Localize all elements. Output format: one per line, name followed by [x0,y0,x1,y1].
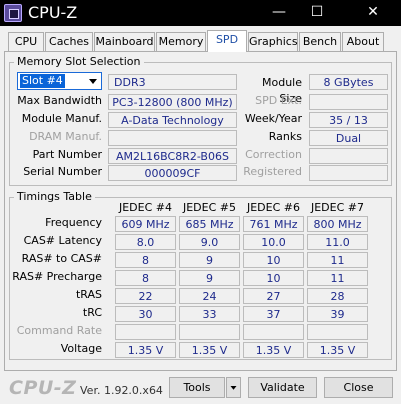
timings-column-header: JEDEC #4 [118,201,172,214]
timings-cell: 27 [243,288,304,304]
timings-cell: 37 [243,306,304,322]
timings-cell: 1.35 V [307,342,368,358]
window-title: CPU-Z [28,3,78,22]
serial-number-label: Serial Number [23,165,102,178]
serial-number-field: 000009CF [108,165,237,181]
timings-cell [115,324,176,340]
version-label: Ver. 1.92.0.x64 [80,384,163,397]
timings-column-header: JEDEC #5 [182,201,236,214]
dram-manuf-label: DRAM Manuf. [29,130,102,143]
timings-cell: 609 MHz [115,216,176,232]
timings-cell: 22 [115,288,176,304]
timings-cell: 10 [243,252,304,268]
timings-cell: 10 [243,270,304,286]
timings-cell: 1.35 V [243,342,304,358]
memory-type-field: DDR3 [108,74,237,90]
max-bandwidth-label: Max Bandwidth [17,94,102,107]
timings-cell: 1.35 V [115,342,176,358]
timings-cell: 33 [179,306,240,322]
timings-cell: 800 MHz [307,216,368,232]
part-number-label: Part Number [32,148,102,161]
tab-about[interactable]: About [342,32,384,51]
timings-row-label: RAS# to CAS# [21,252,102,265]
timings-cell: 685 MHz [179,216,240,232]
correction-field [309,148,388,164]
timings-column-header: JEDEC #7 [310,201,364,214]
tab-memory[interactable]: Memory [156,32,206,51]
module-size-field: 8 GBytes [309,74,388,90]
timings-cell: 8 [115,252,176,268]
cpu-z-app-icon [4,4,22,22]
timings-row-label: Command Rate [16,324,102,337]
slot-select[interactable]: Slot #4 [17,72,102,90]
timings-cell: 24 [179,288,240,304]
tab-graphics[interactable]: Graphics [248,32,298,51]
timings-cell: 9.0 [179,234,240,250]
timings-cell: 39 [307,306,368,322]
timings-cell: 1.35 V [179,342,240,358]
timings-cell: 9 [179,270,240,286]
timings-row-label: tRAS [75,288,102,301]
timings-cell: 8 [115,270,176,286]
tools-button[interactable]: Tools [169,377,225,398]
tab-bench[interactable]: Bench [299,32,341,51]
timings-cell: 28 [307,288,368,304]
timings-row-label: RAS# Precharge [12,270,102,283]
ranks-field: Dual [309,130,388,146]
spd-ext-label: SPD Ext. [255,94,302,107]
module-manuf-label: Module Manuf. [21,112,102,125]
timings-column-header: JEDEC #6 [246,201,300,214]
registered-label: Registered [243,165,302,178]
close-button[interactable]: Close [324,377,393,398]
timings-cell: 9 [179,252,240,268]
timings-row-label: tRC [82,306,102,319]
tab-spd[interactable]: SPD [207,30,247,52]
part-number-field: AM2L16BC8R2-B06S [108,148,237,164]
timings-table-title: Timings Table [14,190,95,203]
chevron-down-icon [89,79,97,84]
timings-cell: 11.0 [307,234,368,250]
tools-dropdown-button[interactable] [226,377,241,398]
timings-cell: 8.0 [115,234,176,250]
timings-row-label: Frequency [45,216,102,229]
chevron-down-icon [230,386,237,390]
timings-row-label: Voltage [60,342,102,355]
correction-label: Correction [245,148,302,161]
timings-cell: 11 [307,252,368,268]
tab-caches[interactable]: Caches [45,32,93,51]
timings-cell [243,324,304,340]
registered-field [309,165,388,181]
cpu-z-logo: CPU-Z [9,377,77,399]
spd-ext-field [309,94,388,110]
timings-cell [179,324,240,340]
tab-cpu[interactable]: CPU [8,32,44,51]
timings-cell: 761 MHz [243,216,304,232]
timings-cell: 10.0 [243,234,304,250]
timings-cell: 11 [307,270,368,286]
dram-manuf-field [108,130,237,146]
close-window-button[interactable]: ✕ [356,0,390,26]
max-bandwidth-field: PC3-12800 (800 MHz) [108,94,237,110]
maximize-button[interactable]: ☐ [300,0,334,26]
title-bar[interactable]: CPU-Z — ☐ ✕ [0,0,401,26]
timings-cell [307,324,368,340]
tab-mainboard[interactable]: Mainboard [94,32,155,51]
week-year-field: 35 / 13 [309,112,388,128]
ranks-label: Ranks [268,130,302,143]
minimize-button[interactable]: — [262,0,296,26]
module-manuf-field: A-Data Technology [108,112,237,128]
week-year-label: Week/Year [244,112,302,125]
timings-row-label: CAS# Latency [23,234,102,247]
memory-slot-selection-title: Memory Slot Selection [14,55,144,68]
timings-cell: 30 [115,306,176,322]
validate-button[interactable]: Validate [248,377,317,398]
slot-select-value: Slot #4 [20,74,65,88]
